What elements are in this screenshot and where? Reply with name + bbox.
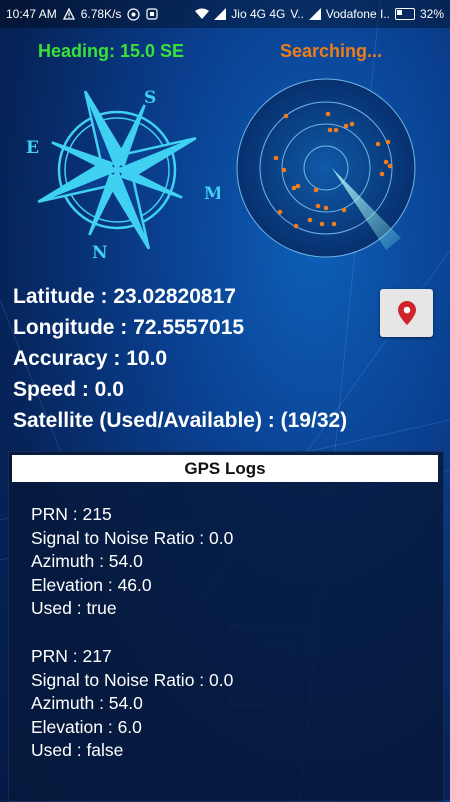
map-pin-icon: [397, 301, 416, 325]
speed-text: Speed : 0.0: [13, 378, 124, 401]
satellite-dot: [313, 187, 319, 193]
log-used: Used : false: [31, 740, 124, 760]
carrier2-label: Vodafone I..: [325, 7, 390, 21]
accuracy-text: Accuracy : 10.0: [13, 347, 168, 370]
hotspot-icon: [127, 0, 141, 28]
satellite-dot: [375, 141, 381, 147]
log-entry: PRN : 215 Signal to Noise Ratio : 0.0 Az…: [31, 503, 233, 621]
gps-logs-panel[interactable]: GPS Logs PRN : 215 Signal to Noise Ratio…: [8, 451, 444, 802]
log-elevation: Elevation : 6.0: [31, 716, 142, 737]
status-bar: 10:47 AM 6.78K/s Jio 4G 4G V.. Vodafone …: [0, 0, 450, 28]
heading-label: Heading: 15.0 SE: [38, 41, 185, 61]
satellite-dot: [277, 209, 283, 215]
searching-label: Searching...: [280, 41, 383, 61]
satellite-dot: [383, 159, 389, 165]
battery-icon: [394, 8, 415, 20]
satellite-dot: [281, 167, 287, 173]
compass-label-s: S: [144, 88, 156, 108]
wifi-icon: [195, 0, 210, 28]
compass-label-e: E: [26, 138, 39, 158]
signal-icon-1: [214, 0, 227, 28]
compass-label-n: N: [92, 243, 108, 263]
satellite-dot: [333, 127, 339, 133]
satellite-dot: [325, 111, 331, 117]
satellite-dot: [295, 183, 301, 189]
network-speed: 6.78K/s: [80, 7, 122, 21]
carrier1-suffix: V..: [290, 7, 304, 21]
battery-percent: 32%: [419, 7, 444, 21]
satellite-dot: [343, 123, 349, 129]
satellite-dot: [291, 185, 297, 191]
satellite-dot: [385, 139, 391, 145]
log-elevation: Elevation : 46.0: [31, 574, 152, 595]
satellite-dot: [319, 221, 325, 227]
longitude-text: Longitude : 72.5557015: [13, 316, 245, 339]
log-snr: Signal to Noise Ratio : 0.0: [31, 669, 234, 690]
warning-icon: [62, 0, 75, 28]
signal-icon-2: [308, 0, 321, 28]
log-used: Used : true: [31, 598, 117, 618]
satellite-dot: [349, 121, 355, 127]
status-time: 10:47 AM: [6, 7, 57, 21]
log-azimuth: Azimuth : 54.0: [31, 693, 143, 713]
satellite-dot: [283, 113, 289, 119]
satellite-dot: [327, 127, 333, 133]
satellite-dot: [323, 205, 329, 211]
satellite-dot: [387, 163, 393, 169]
nfc-icon: [146, 0, 159, 28]
satellite-radar: [236, 78, 416, 258]
gps-logs-title: GPS Logs: [12, 455, 438, 482]
satellite-dot: [379, 171, 385, 177]
log-snr: Signal to Noise Ratio : 0.0: [31, 527, 234, 548]
satellite-dot: [293, 223, 299, 229]
compass-rose-icon: S M N E: [26, 88, 220, 263]
log-entry: PRN : 217 Signal to Noise Ratio : 0.0 Az…: [31, 645, 233, 763]
map-location-button[interactable]: [380, 289, 433, 337]
satellite-dot: [341, 207, 347, 213]
satellite-dot: [315, 203, 321, 209]
log-azimuth: Azimuth : 54.0: [31, 551, 143, 571]
log-prn: PRN : 217: [31, 646, 112, 666]
latitude-text: Latitude : 23.02820817: [13, 285, 236, 308]
satellite-dot: [273, 155, 279, 161]
satellite-text: Satellite (Used/Available) : (19/32): [13, 409, 348, 432]
satellite-dot: [331, 221, 337, 227]
log-prn: PRN : 215: [31, 504, 112, 524]
compass-label-m: M: [204, 184, 220, 204]
carrier1-label: Jio 4G 4G: [231, 7, 286, 21]
satellite-dot: [307, 217, 313, 223]
